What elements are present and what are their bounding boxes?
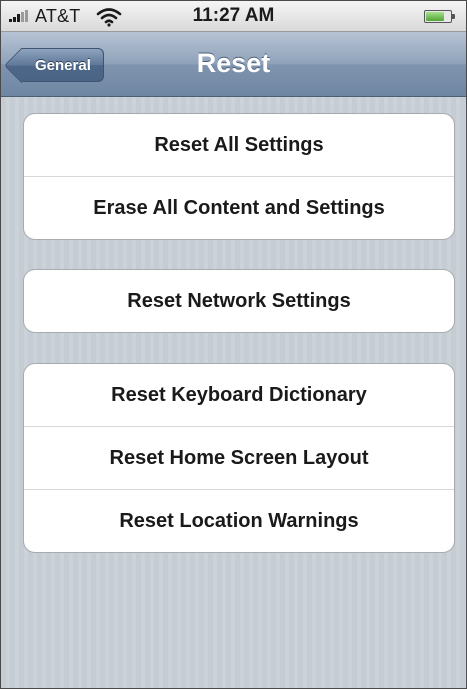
battery-icon	[424, 10, 455, 23]
erase-all-content-button[interactable]: Erase All Content and Settings	[24, 176, 454, 239]
battery-level	[426, 12, 444, 21]
phone-screen: AT&T 11:27 AM General Reset Reset All Se…	[0, 0, 467, 689]
reset-keyboard-dictionary-button[interactable]: Reset Keyboard Dictionary	[24, 364, 454, 426]
reset-network-settings-button[interactable]: Reset Network Settings	[24, 270, 454, 332]
reset-group-network: Reset Network Settings	[23, 269, 455, 333]
reset-all-settings-button[interactable]: Reset All Settings	[24, 114, 454, 176]
back-button-label: General	[35, 57, 91, 74]
reset-home-screen-layout-button[interactable]: Reset Home Screen Layout	[24, 426, 454, 489]
navigation-bar: General Reset	[1, 32, 466, 97]
reset-group-other: Reset Keyboard Dictionary Reset Home Scr…	[23, 363, 455, 553]
reset-group-general: Reset All Settings Erase All Content and…	[23, 113, 455, 240]
reset-location-warnings-button[interactable]: Reset Location Warnings	[24, 489, 454, 552]
status-time: 11:27 AM	[192, 5, 275, 26]
status-bar: AT&T 11:27 AM	[1, 1, 466, 32]
